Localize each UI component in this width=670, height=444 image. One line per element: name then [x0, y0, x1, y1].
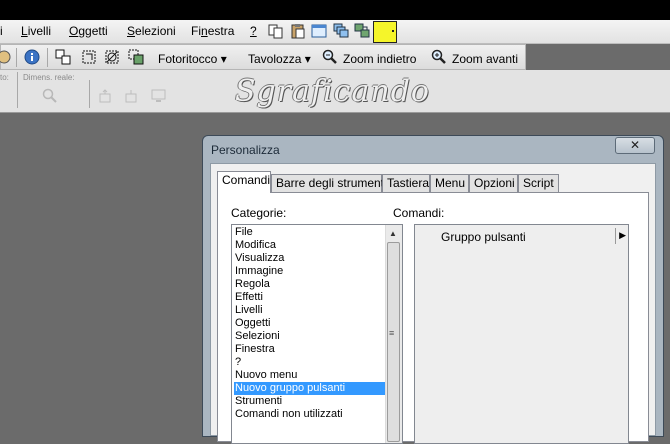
tab-script[interactable]: Script: [518, 174, 559, 192]
fotoritocco-menu[interactable]: Fotoritocco ▾: [158, 52, 227, 66]
commands-list[interactable]: Gruppo pulsanti ▶: [414, 224, 629, 444]
grip-icon: ≡: [389, 328, 395, 338]
move-down-icon[interactable]: [124, 89, 139, 104]
list-item[interactable]: Finestra: [234, 343, 388, 356]
menubar: i Livelli Oggetti Selezioni Finestra ?: [0, 20, 670, 44]
info-icon[interactable]: [24, 49, 40, 65]
tab-opzioni[interactable]: Opzioni: [469, 174, 518, 192]
list-item[interactable]: Oggetti: [234, 317, 388, 330]
menu-help[interactable]: ?: [250, 24, 257, 38]
crop-selection-icon[interactable]: [81, 49, 97, 65]
monitor-icon[interactable]: [151, 88, 166, 103]
paste-icon[interactable]: [290, 23, 306, 39]
command-item[interactable]: Gruppo pulsanti: [441, 230, 526, 244]
tab-comandi[interactable]: Comandi: [217, 171, 271, 193]
color-swatch-button[interactable]: [373, 21, 397, 43]
list-item[interactable]: File: [234, 226, 388, 239]
zoom-in-button[interactable]: Zoom avanti: [452, 52, 518, 66]
list-item[interactable]: ?: [234, 356, 388, 369]
actual-size-label: Dimens. reale:: [23, 73, 75, 82]
menu-selezioni[interactable]: Selezioni: [127, 24, 176, 38]
window-icon[interactable]: [311, 23, 327, 39]
layers-icon[interactable]: [354, 23, 370, 39]
dropdown-dot: [392, 30, 394, 32]
list-item-selected[interactable]: Nuovo gruppo pulsanti: [234, 382, 388, 395]
dialog-body: Comandi Barre degli strumenti Tastiera M…: [210, 163, 656, 444]
float-selection-icon[interactable]: [128, 49, 144, 65]
list-item[interactable]: Livelli: [234, 304, 388, 317]
zoom-out-icon[interactable]: [322, 49, 338, 65]
tab-menu[interactable]: Menu: [430, 174, 469, 192]
list-item[interactable]: Modifica: [234, 239, 388, 252]
toolbar-separator: [16, 48, 17, 67]
watermark-logo: Sgraficando: [235, 74, 430, 109]
menu-oggetti[interactable]: Oggetti: [69, 24, 108, 38]
tab-tastiera[interactable]: Tastiera: [382, 174, 430, 192]
list-item[interactable]: Nuovo menu: [234, 369, 388, 382]
copy-icon[interactable]: [268, 23, 284, 39]
scroll-up-icon[interactable]: ▲: [389, 229, 397, 238]
list-item[interactable]: Immagine: [234, 265, 388, 278]
arrange-icon[interactable]: [55, 49, 71, 65]
actual-size-icon[interactable]: [42, 88, 57, 103]
title-strip: [0, 0, 670, 20]
categories-list[interactable]: File Modifica Visualizza Immagine Regola…: [231, 224, 403, 444]
dialog-title: Personalizza: [211, 143, 280, 157]
toolbar-separator: [17, 72, 18, 108]
list-item[interactable]: Visualizza: [234, 252, 388, 265]
menu-finestra[interactable]: Finestra: [191, 24, 234, 38]
close-button[interactable]: ✕: [615, 137, 655, 154]
cascade-icon[interactable]: [333, 23, 349, 39]
list-item[interactable]: Regola: [234, 278, 388, 291]
move-icon[interactable]: [98, 89, 113, 104]
commands-label: Comandi:: [393, 206, 445, 220]
tab-barre-strumenti[interactable]: Barre degli strumenti: [271, 174, 387, 192]
menu-item-partial[interactable]: i: [0, 24, 3, 38]
categories-label: Categorie:: [231, 206, 287, 220]
command-separator: [615, 228, 616, 244]
tavolozza-menu[interactable]: Tavolozza ▾: [248, 52, 311, 66]
palette-icon[interactable]: [0, 49, 12, 65]
list-item[interactable]: Effetti: [234, 291, 388, 304]
toolbar-separator: [89, 80, 90, 108]
deselect-icon[interactable]: [104, 49, 120, 65]
list-item[interactable]: Strumenti: [234, 395, 388, 408]
menu-livelli[interactable]: Livelli: [21, 24, 51, 38]
list-item[interactable]: Selezioni: [234, 330, 388, 343]
list-item[interactable]: Comandi non utilizzati: [234, 408, 388, 421]
close-icon: ✕: [629, 138, 641, 152]
main-toolbar: Fotoritocco ▾ Tavolozza ▾ Zoom indietro …: [0, 44, 526, 70]
zoom-in-icon[interactable]: [431, 49, 447, 65]
toolbar-separator: [47, 48, 48, 67]
scroll-thumb[interactable]: [387, 242, 400, 442]
submenu-arrow-icon[interactable]: ▶: [619, 230, 626, 241]
customize-dialog: Personalizza ✕ Comandi Barre degli strum…: [202, 135, 664, 444]
categories-scrollbar[interactable]: ▲ ≡: [385, 225, 402, 443]
label-partial: to:: [0, 73, 9, 82]
zoom-out-button[interactable]: Zoom indietro: [343, 52, 416, 66]
